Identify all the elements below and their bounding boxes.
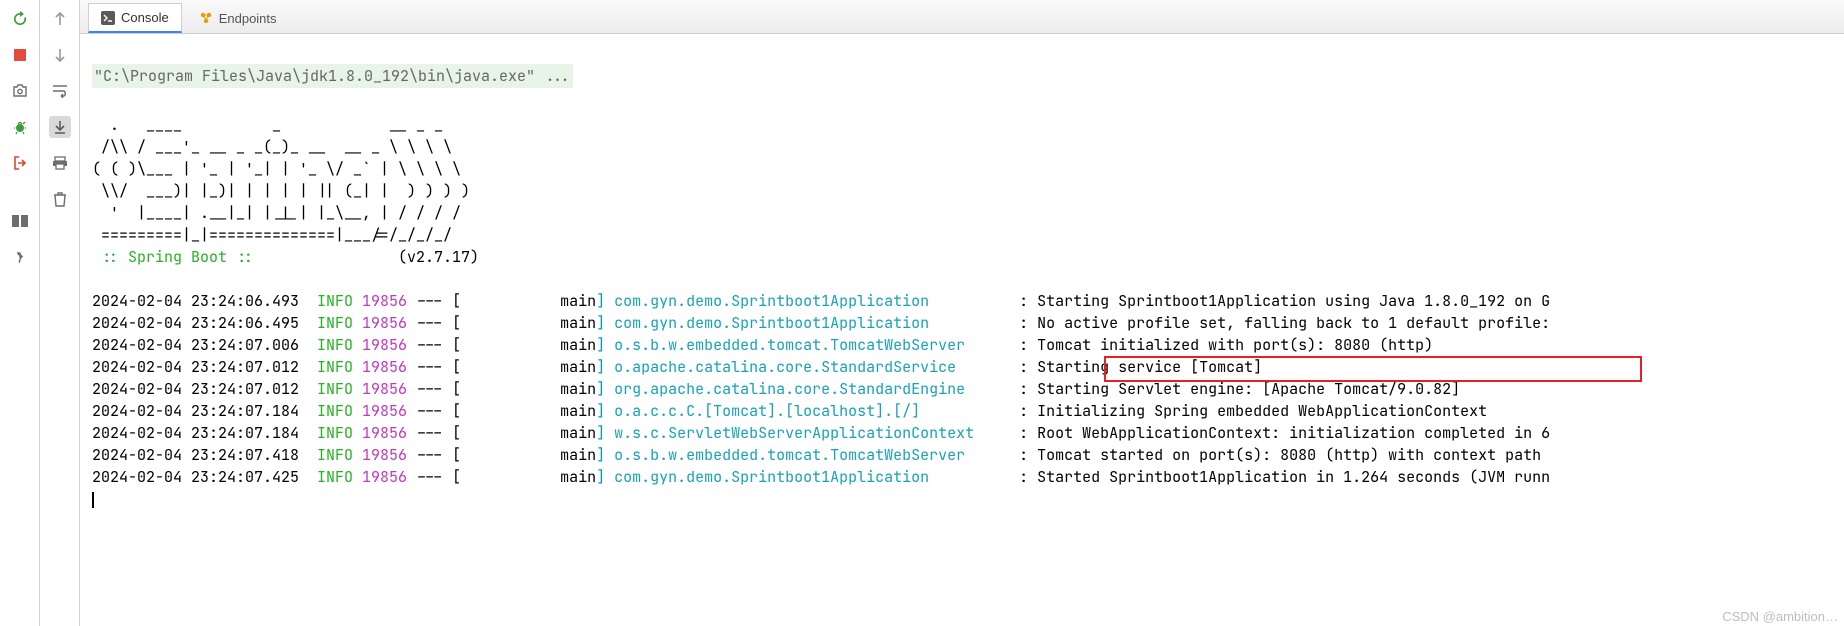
main-panel: Console Endpoints "C:\Program Files\Java… <box>80 0 1844 626</box>
pin-button[interactable] <box>9 246 31 268</box>
tab-endpoints[interactable]: Endpoints <box>186 3 290 33</box>
log-row: 2024-02-04 23:24:07.184 INFO 19856 --- [… <box>92 422 1844 444</box>
cursor <box>92 492 94 508</box>
tab-console[interactable]: Console <box>88 3 182 33</box>
stop-button[interactable] <box>9 44 31 66</box>
debug-bug-button[interactable] <box>9 116 31 138</box>
console-gutter <box>40 0 80 626</box>
spring-version: (v2.7.17) <box>398 247 479 267</box>
capture-button[interactable] <box>9 80 31 102</box>
console-output[interactable]: "C:\Program Files\Java\jdk1.8.0_192\bin\… <box>80 34 1844 626</box>
log-row: 2024-02-04 23:24:07.012 INFO 19856 --- [… <box>92 356 1844 378</box>
scroll-down-button[interactable] <box>49 44 71 66</box>
print-button[interactable] <box>49 152 71 174</box>
rerun-button[interactable] <box>9 8 31 30</box>
console-icon <box>101 11 115 25</box>
layout-button[interactable] <box>9 210 31 232</box>
banner-art: . ____ _ __ _ _ /\\ / ___'_ __ _ _(_)_ _… <box>92 115 470 245</box>
log-row: 2024-02-04 23:24:07.418 INFO 19856 --- [… <box>92 444 1844 466</box>
endpoints-icon <box>199 11 213 25</box>
log-row: 2024-02-04 23:24:07.425 INFO 19856 --- [… <box>92 466 1844 488</box>
log-row: 2024-02-04 23:24:07.006 INFO 19856 --- [… <box>92 334 1844 356</box>
run-gutter <box>0 0 40 626</box>
log-row: 2024-02-04 23:24:06.495 INFO 19856 --- [… <box>92 312 1844 334</box>
spring-label: :: Spring Boot :: <box>92 247 254 267</box>
log-row: 2024-02-04 23:24:07.184 INFO 19856 --- [… <box>92 400 1844 422</box>
scroll-to-end-button[interactable] <box>49 116 71 138</box>
log-row: 2024-02-04 23:24:06.493 INFO 19856 --- [… <box>92 290 1844 312</box>
tab-console-label: Console <box>121 10 169 25</box>
log-row: 2024-02-04 23:24:07.012 INFO 19856 --- [… <box>92 378 1844 400</box>
scroll-up-button[interactable] <box>49 8 71 30</box>
watermark: CSDN @ambition… <box>1722 609 1838 624</box>
tabs-row: Console Endpoints <box>80 0 1844 34</box>
exit-button[interactable] <box>9 152 31 174</box>
soft-wrap-button[interactable] <box>49 80 71 102</box>
tab-endpoints-label: Endpoints <box>219 11 277 26</box>
command-line: "C:\Program Files\Java\jdk1.8.0_192\bin\… <box>92 64 573 88</box>
log-lines: 2024-02-04 23:24:06.493 INFO 19856 --- [… <box>92 290 1844 488</box>
clear-button[interactable] <box>49 188 71 210</box>
